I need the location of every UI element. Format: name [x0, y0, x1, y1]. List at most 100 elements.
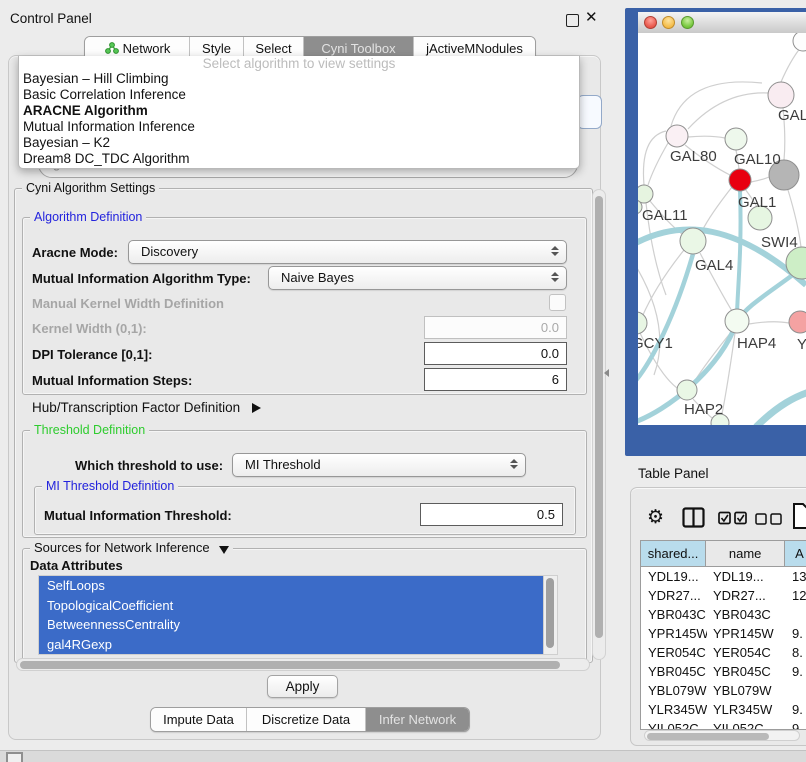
table-row[interactable]: YBR045CYBR045C9. — [641, 662, 806, 681]
manual-kernel-label: Manual Kernel Width Definition — [32, 296, 224, 311]
network-window-titlebar[interactable] — [638, 12, 806, 34]
which-threshold-combo[interactable]: MI Threshold — [232, 453, 526, 477]
node-hap2[interactable] — [677, 380, 697, 400]
float-icon[interactable] — [566, 14, 579, 27]
node-gal[interactable] — [768, 82, 794, 108]
algorithm-option[interactable]: Basic Correlation Inference — [19, 87, 579, 103]
zoom-green-icon[interactable] — [681, 16, 694, 29]
tab-discretize-data-label: Discretize Data — [262, 712, 350, 727]
aracne-mode-combo[interactable]: Discovery — [128, 240, 567, 264]
apply-button[interactable]: Apply — [267, 675, 338, 698]
cell: YDL19... — [707, 567, 787, 586]
bottom-strip — [0, 750, 806, 762]
table-row[interactable]: YDL19...YDL19...13 — [641, 567, 806, 586]
manual-kernel-checkbox[interactable] — [549, 294, 566, 311]
attribute-item-selected[interactable]: TopologicalCoefficient — [39, 596, 544, 616]
column-header-name[interactable]: name — [706, 541, 785, 566]
expander-arrow-down-icon — [219, 546, 229, 554]
table-row[interactable]: YDR27...YDR27...12 — [641, 586, 806, 605]
data-attributes-label: Data Attributes — [30, 558, 123, 573]
node-label: GAL — [778, 107, 806, 124]
node-gal10[interactable] — [725, 128, 747, 150]
document-icon[interactable] — [792, 502, 806, 530]
table-row[interactable]: YBR043CYBR043C — [641, 605, 806, 624]
chevron-updown-icon — [551, 246, 559, 256]
table-row[interactable]: YIL052CYIL052C9. — [641, 719, 806, 730]
which-threshold-label: Which threshold to use: — [75, 458, 223, 473]
cell: YBR043C — [707, 605, 787, 624]
close-icon[interactable]: ✕ — [585, 8, 598, 26]
which-threshold-value: MI Threshold — [245, 454, 321, 476]
close-red-icon[interactable] — [644, 16, 657, 29]
gear-icon[interactable]: ⚙ — [647, 508, 664, 527]
mi-steps-label: Mutual Information Steps: — [32, 373, 192, 388]
attribute-item-selected[interactable]: gal4RGexp — [39, 635, 544, 655]
algorithm-option-selected[interactable]: ARACNE Algorithm — [19, 103, 579, 119]
node-gal80[interactable] — [666, 125, 688, 147]
dpi-tolerance-field[interactable]: 0.0 — [424, 342, 567, 365]
tab-network-label: Network — [123, 41, 171, 56]
algorithm-option[interactable]: Bayesian – Hill Climbing — [19, 71, 579, 87]
cell: 13 — [787, 567, 806, 586]
node-gcy1[interactable] — [638, 312, 647, 334]
settings-scrollbar[interactable] — [592, 189, 606, 660]
node-red-selected[interactable] — [729, 169, 751, 191]
tab-impute-data[interactable]: Impute Data — [151, 708, 246, 731]
network-canvas[interactable]: GAL GAL80 GAL10 GAL1 GAL11 SWI4 GAL4 GCY… — [638, 33, 806, 425]
node-label: GAL4 — [695, 257, 733, 274]
cell: 9. — [787, 662, 806, 681]
node-label: SWI4 — [761, 234, 798, 251]
deselect-all-checkboxes-icon[interactable] — [755, 513, 783, 525]
mi-threshold-group-title: MI Threshold Definition — [42, 479, 178, 493]
cell: YLR345W — [641, 700, 707, 719]
node-hap4[interactable] — [725, 309, 749, 333]
cell: 8. — [787, 643, 806, 662]
table-hscrollbar[interactable] — [644, 730, 800, 741]
split-columns-icon[interactable] — [682, 507, 705, 528]
minimize-yellow-icon[interactable] — [662, 16, 675, 29]
table-row[interactable]: YLR345WYLR345W9. — [641, 700, 806, 719]
node-unlabeled[interactable] — [793, 33, 806, 51]
network-edges-highlighted[interactable] — [638, 191, 806, 425]
table-row[interactable]: YER054CYER054C8. — [641, 643, 806, 662]
attribute-item-selected[interactable]: SelfLoops — [39, 576, 544, 596]
cell: YBL079W — [641, 681, 707, 700]
algorithm-option[interactable]: Bayesian – K2 — [19, 135, 579, 151]
cell: YIL052C — [707, 719, 787, 730]
node-salmon[interactable] — [789, 311, 806, 333]
kernel-width-field[interactable]: 0.0 — [424, 316, 567, 339]
select-all-checkboxes-icon[interactable] — [718, 511, 749, 525]
tab-impute-data-label: Impute Data — [163, 712, 234, 727]
sources-group-title[interactable]: Sources for Network Inference — [30, 541, 233, 555]
column-header-shared[interactable]: shared... — [641, 541, 706, 566]
hub-expander[interactable]: Hub/Transcription Factor Definition — [32, 400, 261, 415]
tab-style-label: Style — [202, 41, 231, 56]
tab-discretize-data[interactable]: Discretize Data — [246, 708, 365, 731]
table-row[interactable]: YPR145WYPR145W9. — [641, 624, 806, 643]
node-gal11[interactable] — [638, 185, 653, 203]
algorithm-option[interactable]: Dream8 DC_TDC Algorithm — [19, 151, 579, 167]
aracne-mode-label: Aracne Mode: — [32, 245, 118, 260]
mi-steps-field[interactable]: 6 — [424, 368, 567, 391]
settings-hscrollbar[interactable] — [16, 658, 590, 671]
mi-type-combo[interactable]: Naive Bayes — [268, 266, 567, 290]
node-label: GAL11 — [642, 207, 688, 224]
algorithm-option[interactable]: Mutual Information Inference — [19, 119, 579, 135]
sources-title-label: Sources for Network Inference — [34, 540, 210, 555]
cell: YBR045C — [707, 662, 787, 681]
attributes-scrollbar[interactable] — [543, 576, 557, 654]
mi-threshold-field[interactable]: 0.5 — [420, 503, 563, 526]
attribute-item-selected[interactable]: BetweennessCentrality — [39, 615, 544, 635]
column-header-partial[interactable]: A — [785, 541, 806, 566]
table-row[interactable]: YBL079WYBL079W — [641, 681, 806, 700]
mi-type-value: Naive Bayes — [281, 267, 354, 289]
minimized-panel-button[interactable] — [6, 752, 23, 762]
node-label: GCY1 — [638, 335, 673, 352]
node-gal4[interactable] — [680, 228, 706, 254]
cell: YPR145W — [707, 624, 787, 643]
threshold-definition-title: Threshold Definition — [30, 423, 149, 437]
dpi-tolerance-label: DPI Tolerance [0,1]: — [32, 347, 152, 362]
tab-infer-network[interactable]: Infer Network — [365, 708, 469, 731]
split-pane-collapse-icon[interactable] — [604, 369, 609, 377]
node-label: GAL80 — [670, 148, 717, 165]
